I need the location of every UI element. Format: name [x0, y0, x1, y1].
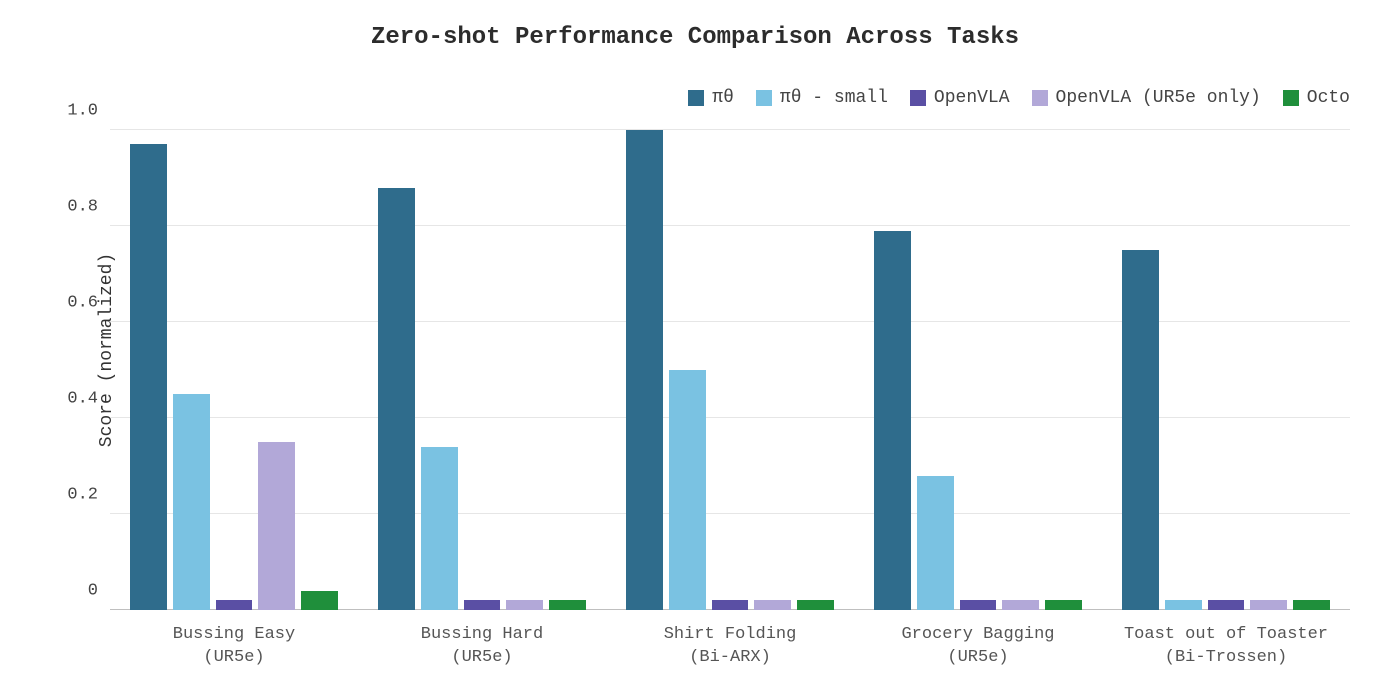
bar	[1250, 600, 1287, 610]
bar	[258, 442, 295, 610]
bar	[960, 600, 997, 610]
legend-label: πθ - small	[780, 88, 888, 108]
x-tick-label-sub: (UR5e)	[854, 647, 1102, 670]
bar-cluster	[626, 130, 834, 610]
x-tick-label: Shirt Folding(Bi-ARX)	[606, 624, 854, 670]
legend-label: OpenVLA (UR5e only)	[1056, 88, 1261, 108]
x-tick-label-sub: (Bi-ARX)	[606, 647, 854, 670]
bar-group: Grocery Bagging(UR5e)	[854, 130, 1102, 610]
legend-swatch	[756, 90, 772, 106]
bar	[712, 600, 749, 610]
legend-item: OpenVLA (UR5e only)	[1032, 88, 1261, 108]
bar	[1002, 600, 1039, 610]
x-tick-label-sub: (UR5e)	[358, 647, 606, 670]
y-tick-label: 0.2	[67, 486, 110, 505]
bar-group: Bussing Hard(UR5e)	[358, 130, 606, 610]
legend-item: Octo	[1283, 88, 1350, 108]
y-tick-label: 1.0	[67, 102, 110, 121]
legend-label: πθ	[712, 88, 734, 108]
chart-container: Zero-shot Performance Comparison Across …	[0, 0, 1390, 700]
legend-swatch	[688, 90, 704, 106]
y-tick-label: 0.6	[67, 294, 110, 313]
bar-cluster	[874, 130, 1082, 610]
bar	[1045, 600, 1082, 610]
bar	[797, 600, 834, 610]
legend-item: OpenVLA	[910, 88, 1010, 108]
bar	[301, 591, 338, 610]
bar	[1293, 600, 1330, 610]
bar	[669, 370, 706, 610]
x-tick-label: Bussing Easy(UR5e)	[110, 624, 358, 670]
bar	[421, 447, 458, 610]
y-tick-label: 0.8	[67, 198, 110, 217]
bar	[216, 600, 253, 610]
legend-item: πθ	[688, 88, 734, 108]
bar-cluster	[130, 130, 338, 610]
y-tick-label: 0	[88, 582, 110, 601]
bar	[917, 476, 954, 610]
legend-item: πθ - small	[756, 88, 888, 108]
legend-swatch	[1032, 90, 1048, 106]
x-tick-label-main: Shirt Folding	[606, 624, 854, 647]
x-tick-label-main: Bussing Hard	[358, 624, 606, 647]
x-tick-label-sub: (UR5e)	[110, 647, 358, 670]
bar	[130, 144, 167, 610]
legend-swatch	[1283, 90, 1299, 106]
y-tick-label: 0.4	[67, 390, 110, 409]
plot-area: 00.20.40.60.81.0Bussing Easy(UR5e)Bussin…	[110, 130, 1350, 610]
x-tick-label-main: Grocery Bagging	[854, 624, 1102, 647]
bar	[506, 600, 543, 610]
bar-group: Shirt Folding(Bi-ARX)	[606, 130, 854, 610]
legend: πθ πθ - small OpenVLA OpenVLA (UR5e only) Oc…	[0, 88, 1350, 108]
bar	[1208, 600, 1245, 610]
bar	[754, 600, 791, 610]
bar	[378, 188, 415, 610]
bar-group: Bussing Easy(UR5e)	[110, 130, 358, 610]
bar	[549, 600, 586, 610]
bar-group: Toast out of Toaster(Bi-Trossen)	[1102, 130, 1350, 610]
legend-label: Octo	[1307, 88, 1350, 108]
legend-label: OpenVLA	[934, 88, 1010, 108]
legend-swatch	[910, 90, 926, 106]
bar-groups: Bussing Easy(UR5e)Bussing Hard(UR5e)Shir…	[110, 130, 1350, 610]
bar-cluster	[1122, 130, 1330, 610]
x-tick-label: Bussing Hard(UR5e)	[358, 624, 606, 670]
bar	[1122, 250, 1159, 610]
bar	[464, 600, 501, 610]
x-tick-label-main: Bussing Easy	[110, 624, 358, 647]
x-tick-label-sub: (Bi-Trossen)	[1102, 647, 1350, 670]
bar	[173, 394, 210, 610]
chart-title: Zero-shot Performance Comparison Across …	[0, 24, 1390, 51]
x-tick-label: Toast out of Toaster(Bi-Trossen)	[1102, 624, 1350, 670]
bar	[874, 231, 911, 610]
x-tick-label-main: Toast out of Toaster	[1102, 624, 1350, 647]
x-tick-label: Grocery Bagging(UR5e)	[854, 624, 1102, 670]
bar	[626, 130, 663, 610]
bar	[1165, 600, 1202, 610]
bar-cluster	[378, 130, 586, 610]
